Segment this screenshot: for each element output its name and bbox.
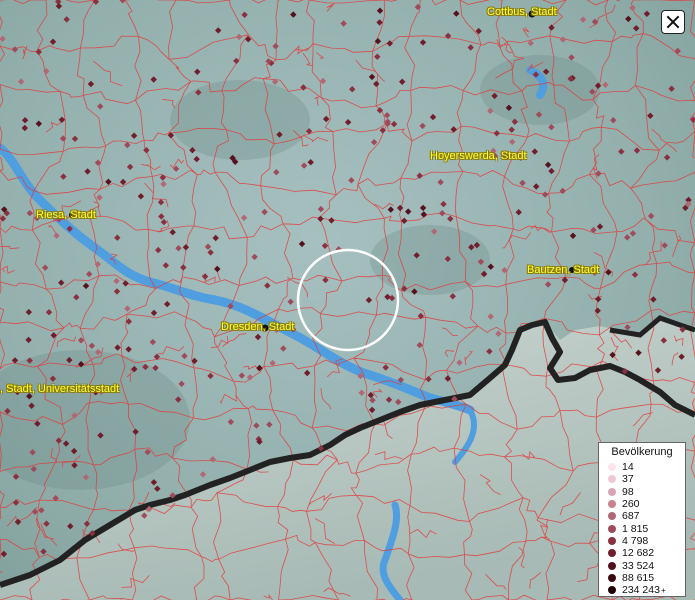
legend-label: 14 [622, 461, 634, 474]
legend: Bevölkerung 14 37 98 260 687 1 815 4 798 12 682… [598, 442, 686, 597]
close-button[interactable] [661, 10, 685, 34]
legend-swatch-icon [608, 487, 616, 496]
legend-item: 4 798 [603, 535, 681, 547]
map-canvas[interactable] [0, 0, 695, 600]
legend-item: 88 615 [603, 572, 681, 584]
legend-swatch-icon [608, 536, 616, 545]
legend-swatch-icon [608, 573, 616, 582]
legend-item: 234 243 + [603, 584, 681, 596]
legend-item: 37 [603, 473, 681, 485]
legend-item: 14 [603, 461, 681, 473]
legend-item: 98 [603, 486, 681, 498]
legend-item: 687 [603, 510, 681, 522]
legend-plus: + [660, 585, 666, 595]
legend-label: 88 615 [622, 571, 655, 584]
legend-label: 260 [622, 498, 640, 511]
legend-item: 12 682 [603, 547, 681, 559]
legend-swatch-icon [608, 512, 616, 521]
legend-swatch-icon [608, 463, 616, 472]
legend-swatch-icon [608, 500, 616, 509]
legend-label: 33 524 [622, 559, 655, 572]
legend-swatch-icon [608, 561, 616, 570]
legend-item: 1 815 [603, 522, 681, 535]
legend-swatch-icon [608, 586, 616, 595]
legend-label: 37 [622, 473, 634, 486]
legend-label: 98 [622, 485, 634, 498]
legend-label: 12 682 [622, 547, 655, 560]
legend-item: 33 524 [603, 559, 681, 572]
legend-title: Bevölkerung [611, 446, 673, 458]
legend-label: 4 798 [622, 534, 649, 547]
legend-item: 260 [603, 498, 681, 510]
legend-label: 687 [622, 510, 640, 523]
legend-swatch-icon [608, 524, 616, 533]
legend-swatch-icon [608, 475, 616, 484]
legend-swatch-icon [608, 549, 616, 558]
legend-label: 1 815 [622, 522, 649, 535]
legend-label: 234 243 [622, 584, 660, 597]
